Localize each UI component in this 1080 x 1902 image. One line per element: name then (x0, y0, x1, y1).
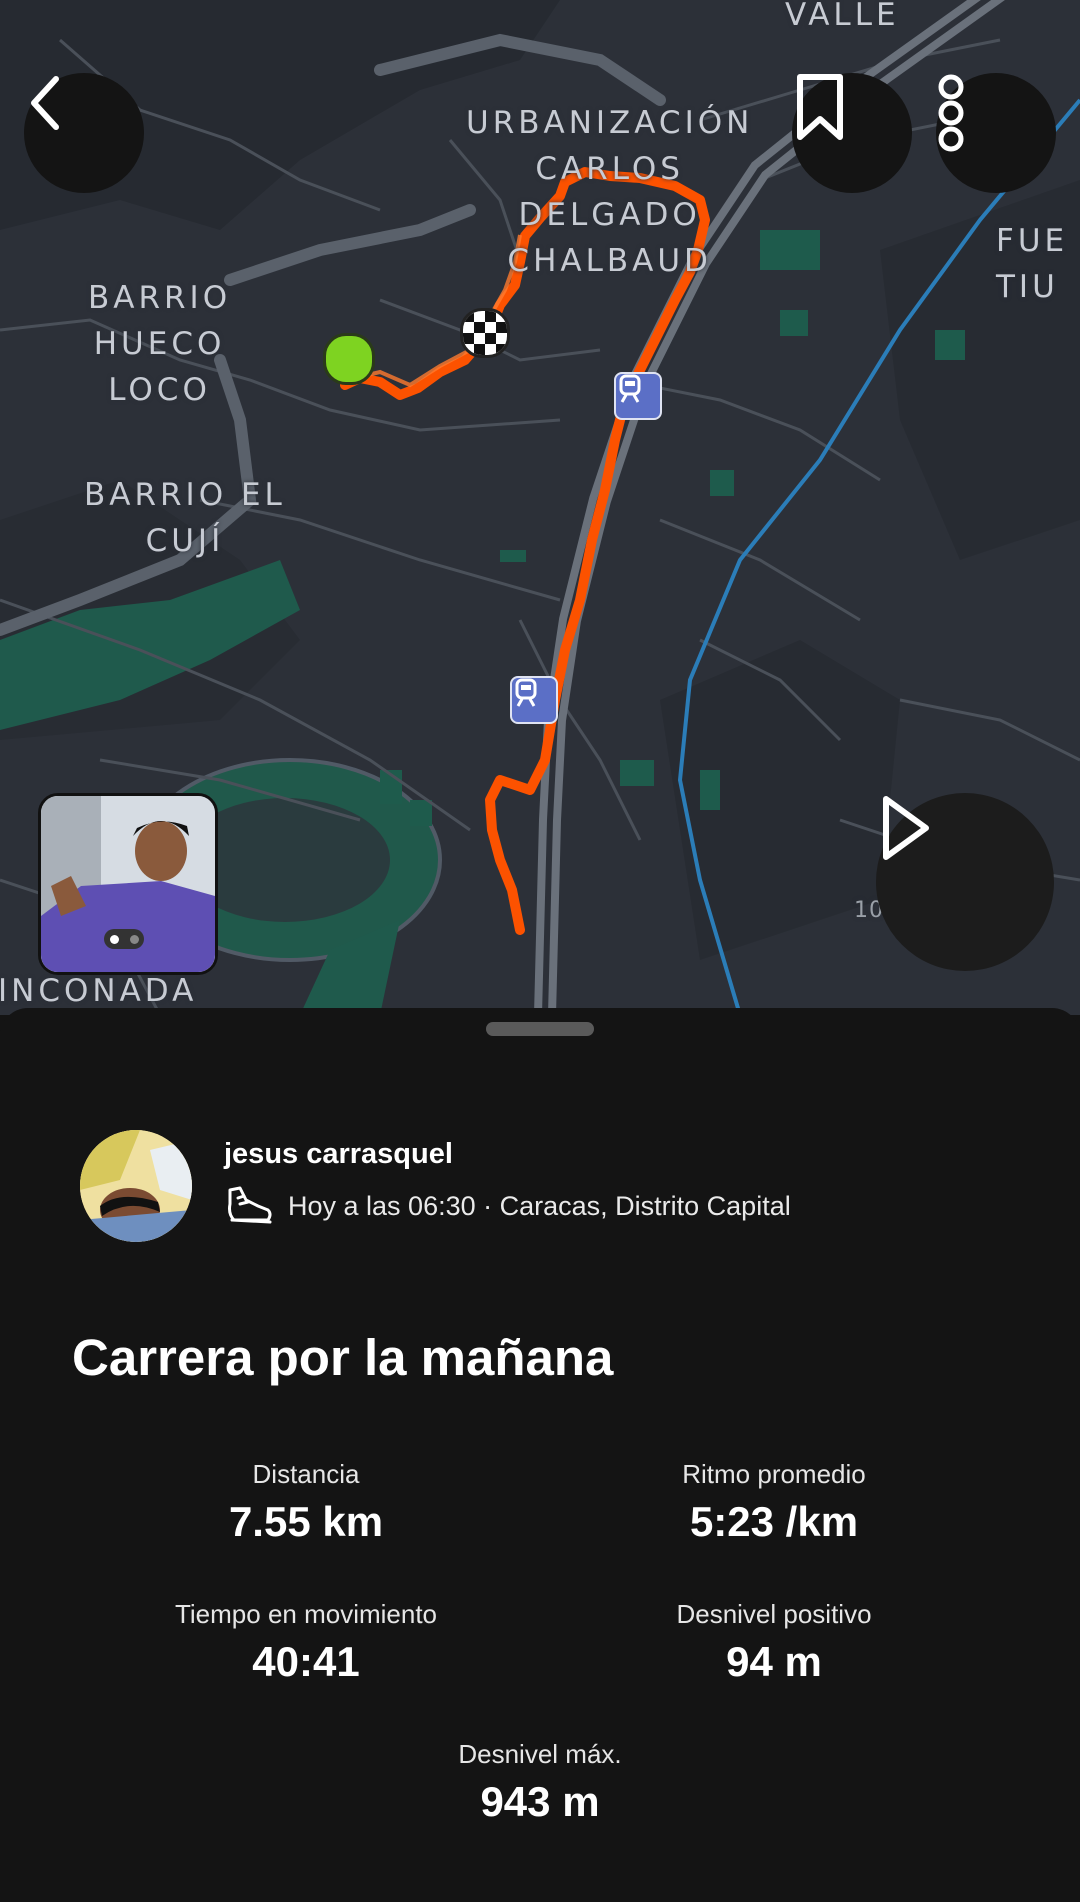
more-options-button[interactable] (936, 73, 1056, 193)
map-label-fuerte: FUE TIU (996, 223, 1069, 305)
train-icon[interactable] (614, 372, 662, 420)
stat-label: Desnivel máx. (458, 1739, 622, 1769)
stat-distance: Distancia 7.55 km (46, 1456, 566, 1546)
bookmark-button[interactable] (792, 73, 912, 193)
finish-marker (460, 308, 510, 358)
checkered-flag-icon (463, 311, 507, 355)
activity-date-location: Hoy a las 06:30 · Caracas, Distrito Capi… (288, 1190, 791, 1221)
avatar[interactable] (80, 1130, 192, 1242)
stat-value: 40:41 (252, 1638, 360, 1685)
more-vertical-icon (938, 74, 964, 152)
stat-value: 7.55 km (228, 1498, 384, 1545)
athlete-name[interactable]: jesus carrasquel (224, 1138, 453, 1171)
stat-value: 943 m (480, 1778, 600, 1825)
stat-label: Tiempo en movimiento (174, 1599, 438, 1629)
play-icon (883, 796, 929, 860)
activity-details-sheet[interactable]: jesus carrasquel Hoy a las 06:30 · Carac… (0, 1008, 1080, 1902)
map-label-barrio-hueco-loco: BARRIO HUECO LOCO (88, 280, 232, 408)
photo-pager-indicator (104, 929, 144, 949)
stat-label: Distancia (252, 1459, 360, 1489)
map-label-valle: VALLE (785, 0, 900, 33)
stat-value: 5:23 /km (689, 1498, 859, 1545)
chevron-left-icon (31, 76, 59, 130)
bookmark-icon (797, 74, 843, 140)
start-marker (323, 333, 375, 385)
stat-label: Ritmo promedio (682, 1459, 866, 1489)
activity-title: Carrera por la mañana (72, 1329, 614, 1386)
stat-label: Desnivel positivo (676, 1599, 872, 1629)
running-shoe-icon (228, 1186, 272, 1224)
back-button[interactable] (24, 73, 144, 193)
train-icon[interactable] (510, 676, 558, 724)
route-map[interactable]: VALLE URBANIZACIÓN CARLOS DELGADO CHALBA… (0, 0, 1080, 1015)
avatar-photo (80, 1130, 192, 1242)
stat-moving-time: Tiempo en movimiento 40:41 (46, 1596, 566, 1686)
activity-meta: Hoy a las 06:30 · Caracas, Distrito Capi… (224, 1184, 791, 1228)
map-label-urbanizacion: URBANIZACIÓN CARLOS DELGADO CHALBAUD (466, 105, 754, 279)
activity-photo-thumbnail[interactable] (38, 793, 218, 975)
stat-pace: Ritmo promedio 5:23 /km (514, 1456, 1034, 1546)
stat-max-elevation: Desnivel máx. 943 m (280, 1736, 800, 1826)
stat-elevation-gain: Desnivel positivo 94 m (514, 1596, 1034, 1686)
stat-value: 94 m (726, 1638, 822, 1685)
map-label-barrio-el-cuji: BARRIO EL CUJÍ (84, 477, 286, 559)
sheet-drag-handle[interactable] (486, 1022, 594, 1036)
play-flyover-button[interactable] (876, 793, 1054, 971)
